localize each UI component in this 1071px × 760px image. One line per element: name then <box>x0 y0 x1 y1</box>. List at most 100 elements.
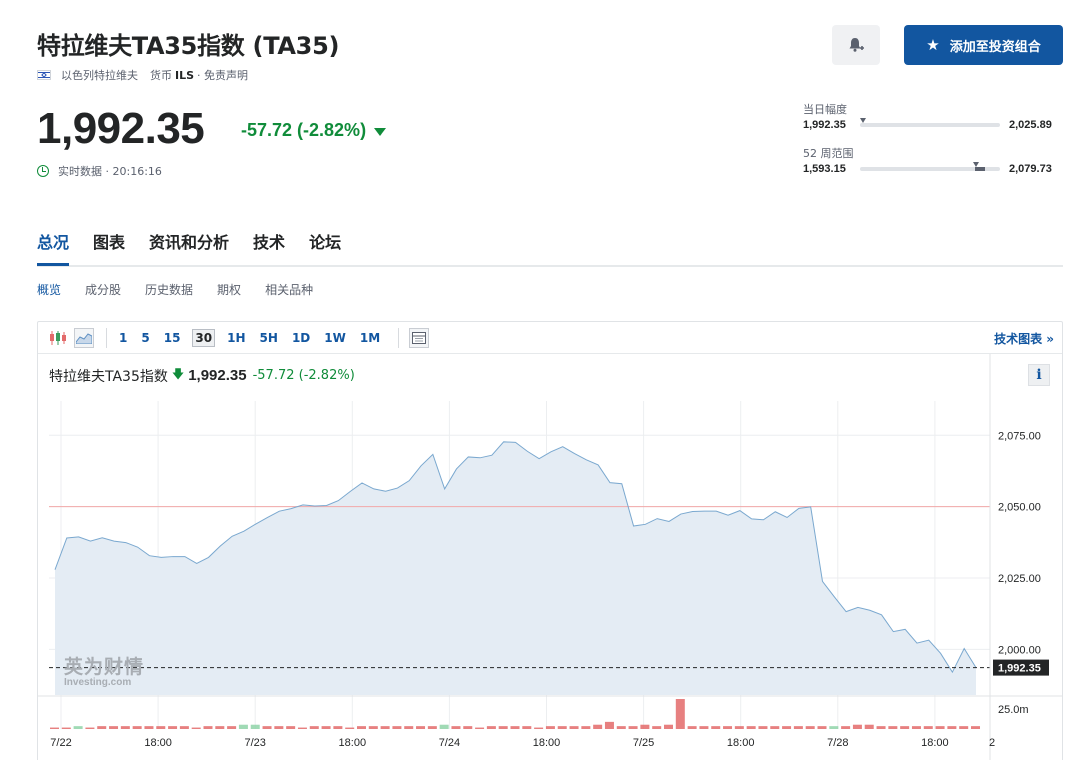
x-tick-label: 7/24 <box>439 737 460 749</box>
page-title: 特拉维夫TA35指数 (TA35) <box>37 32 340 60</box>
x-tick-label: 7/23 <box>244 737 265 749</box>
week52-range-marker <box>973 162 979 167</box>
sub-tabs: 概览 成分股 历史数据 期权 相关品种 <box>37 281 337 298</box>
volume-bar <box>593 724 603 729</box>
subtab-components[interactable]: 成分股 <box>85 281 121 298</box>
volume-bar <box>782 726 792 729</box>
volume-bar <box>947 726 957 729</box>
volume-bar <box>262 726 272 729</box>
volume-bar <box>463 726 473 729</box>
create-alert-button[interactable] <box>832 25 880 65</box>
volume-bar <box>723 726 733 729</box>
volume-bar <box>50 727 59 729</box>
x-tick-label: 18:00 <box>921 737 949 749</box>
x-tick-label: 7/25 <box>633 737 654 749</box>
tab-forum[interactable]: 论坛 <box>309 228 341 265</box>
volume-bar <box>923 726 933 729</box>
volume-bar <box>770 726 780 729</box>
day-range-high: 2,025.89 <box>1009 119 1052 131</box>
volume-bar <box>935 726 945 729</box>
last-value-label: 1,992.35 <box>998 663 1041 675</box>
volume-bar <box>687 726 697 729</box>
x-tick-label: 18:00 <box>144 737 172 749</box>
subtab-summary[interactable]: 概览 <box>37 281 61 298</box>
volume-axis-label: 25.0m <box>998 704 1029 716</box>
volume-bar <box>652 726 662 729</box>
volume-bar <box>203 726 213 729</box>
price-change-value: -57.72 (-2.82%) <box>241 120 367 140</box>
volume-bar <box>959 726 969 729</box>
country-label: 以色列特拉维夫 <box>61 69 138 82</box>
day-range-bar <box>860 118 1000 127</box>
subtab-related[interactable]: 相关品种 <box>265 281 313 298</box>
volume-bar <box>510 726 520 729</box>
volume-bar <box>616 726 626 729</box>
week52-range-low: 1,593.15 <box>803 163 846 175</box>
volume-bar <box>168 726 178 729</box>
volume-bar <box>486 726 496 729</box>
volume-bar <box>321 726 331 729</box>
subtab-options[interactable]: 期权 <box>217 281 241 298</box>
y-tick-label: 2,050.00 <box>998 502 1041 514</box>
price-change: -57.72 (-2.82%) <box>241 120 387 141</box>
last-price: 1,992.35 <box>37 104 205 153</box>
volume-bar <box>746 726 756 729</box>
volume-bar <box>699 726 709 729</box>
investing-watermark: 英为财情 Investing.com <box>64 652 144 688</box>
volume-bar <box>404 726 414 729</box>
volume-bar <box>864 724 874 729</box>
volume-bar <box>675 699 685 729</box>
volume-bar <box>179 726 189 729</box>
volume-bar <box>368 726 378 729</box>
tab-technical[interactable]: 技术 <box>253 228 285 265</box>
volume-bar <box>380 726 390 729</box>
week52-range-label: 52 周范围 <box>803 147 854 160</box>
volume-bar <box>286 726 296 729</box>
volume-bar <box>900 726 910 729</box>
volume-bar <box>61 727 71 729</box>
volume-bar <box>805 726 815 729</box>
currency-label: 货币 <box>150 69 172 82</box>
volume-bar <box>971 726 980 729</box>
subtab-historical-data[interactable]: 历史数据 <box>145 281 193 298</box>
volume-bar <box>238 724 248 729</box>
week52-range-bar <box>860 162 1000 171</box>
volume-bar <box>817 726 827 729</box>
volume-bar <box>227 726 237 729</box>
volume-bar <box>451 726 461 729</box>
volume-bar <box>309 726 319 729</box>
volume-bar <box>357 726 366 729</box>
tab-chart[interactable]: 图表 <box>93 228 125 265</box>
main-tabs: 总况 图表 资讯和分析 技术 论坛 <box>37 228 1063 267</box>
volume-bar <box>758 726 768 729</box>
volume-bar <box>604 721 614 729</box>
bell-plus-icon <box>849 38 864 52</box>
volume-bar <box>156 726 166 729</box>
volume-bar <box>581 726 591 729</box>
tab-news-analysis[interactable]: 资讯和分析 <box>149 228 229 265</box>
volume-bar <box>109 726 119 729</box>
disclaimer-link[interactable]: · 免责声明 <box>197 67 248 83</box>
volume-bar <box>333 726 343 729</box>
volume-bar <box>97 726 107 729</box>
star-icon: ★ <box>926 36 940 54</box>
tab-overview[interactable]: 总况 <box>37 228 70 266</box>
add-to-portfolio-button[interactable]: ★ 添加至投资组合 <box>904 25 1063 65</box>
volume-bar <box>664 724 673 729</box>
volume-bar <box>734 726 744 729</box>
volume-bar <box>628 726 638 729</box>
realtime-status-text: 实时数据 · 20:16:16 <box>58 165 162 178</box>
volume-bar <box>144 726 154 729</box>
x-tick-label: 7/22 <box>50 737 71 749</box>
volume-bar <box>829 726 839 729</box>
israel-flag-icon <box>37 70 51 80</box>
currency-value: ILS <box>175 68 195 82</box>
volume-bar <box>85 727 95 729</box>
x-tick-label: 18:00 <box>339 737 367 749</box>
volume-bar <box>888 726 898 729</box>
realtime-status: 实时数据 · 20:16:16 <box>37 163 162 179</box>
volume-bar <box>274 726 284 729</box>
volume-bar <box>297 727 307 729</box>
volume-bar <box>793 726 803 729</box>
volume-bar <box>711 726 721 729</box>
